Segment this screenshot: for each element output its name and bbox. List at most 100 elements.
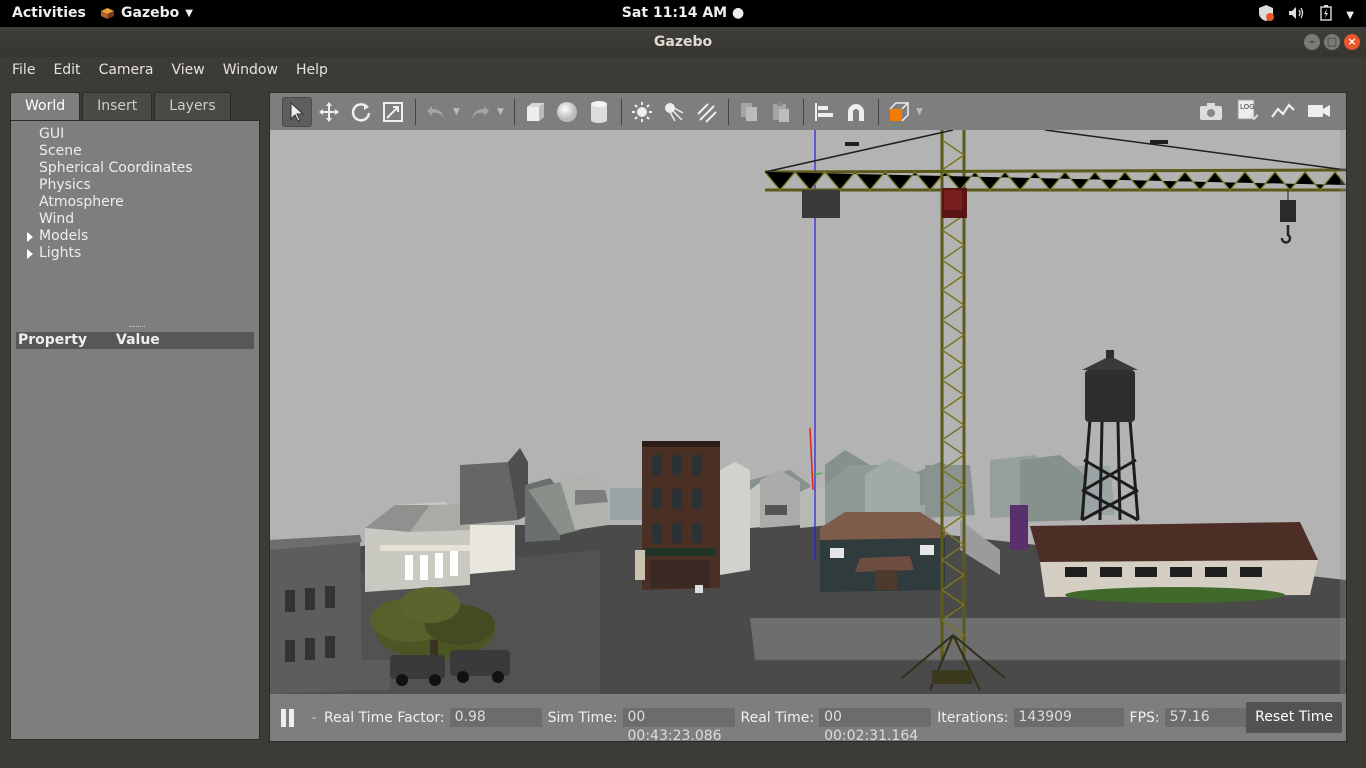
scene-render	[270, 130, 1346, 694]
pause-button[interactable]	[280, 708, 296, 727]
render-area: ▼ ▼ ▼ LOG - Real Time Factor: 0.98 Sim T…	[269, 92, 1347, 744]
tree-item-gui[interactable]: GUI	[39, 126, 259, 143]
tree-item-lights[interactable]: Lights	[27, 245, 259, 262]
video-camera-icon	[1308, 105, 1330, 117]
toolbar-separator	[514, 98, 515, 125]
directional-light-icon	[697, 102, 717, 123]
log-button[interactable]: LOG	[1232, 96, 1262, 126]
sun-icon	[632, 101, 652, 122]
rotate-icon	[351, 102, 371, 122]
property-table-header: Property Value	[16, 332, 254, 349]
panel-splitter-handle[interactable]	[129, 326, 145, 329]
undo-button[interactable]	[421, 97, 451, 127]
align-icon	[815, 102, 833, 121]
iterations-value: 143909	[1013, 708, 1124, 727]
view-angle-caret-icon[interactable]: ▼	[916, 107, 928, 117]
menu-help[interactable]: Help	[296, 57, 328, 84]
fps-label: FPS:	[1129, 709, 1160, 726]
real-time-label: Real Time:	[740, 709, 815, 726]
rotate-mode-button[interactable]	[346, 97, 376, 127]
cylinder-shape-button[interactable]	[584, 97, 614, 127]
copy-button[interactable]	[734, 97, 764, 127]
toolbar-separator	[728, 98, 729, 125]
align-button[interactable]	[809, 97, 839, 127]
3d-viewport[interactable]	[270, 130, 1346, 694]
box-shape-button[interactable]	[520, 97, 550, 127]
menu-camera[interactable]: Camera	[99, 57, 154, 84]
toolbar-separator	[878, 98, 879, 125]
app-menu[interactable]: Gazebo ▼	[100, 5, 193, 21]
redo-history-caret-icon[interactable]: ▼	[497, 107, 509, 117]
point-light-button[interactable]	[627, 97, 657, 127]
redo-button[interactable]	[465, 97, 495, 127]
tree-item-spherical-coordinates[interactable]: Spherical Coordinates	[39, 160, 259, 177]
arrow-cursor-icon	[290, 101, 305, 122]
tab-layers[interactable]: Layers	[154, 92, 231, 120]
expand-arrow-icon[interactable]	[27, 249, 33, 259]
menu-file[interactable]: File	[12, 57, 35, 84]
menu-bar: File Edit Camera View Window Help	[0, 57, 1366, 84]
step-button[interactable]: -	[312, 711, 316, 724]
tree-item-atmosphere[interactable]: Atmosphere	[39, 194, 259, 211]
tab-world[interactable]: World	[10, 92, 81, 120]
maximize-button[interactable]: □	[1324, 34, 1340, 50]
camera-icon	[1200, 103, 1222, 120]
minimize-button[interactable]: –	[1304, 34, 1320, 50]
fps-value: 57.16	[1164, 708, 1253, 727]
log-icon: LOG	[1237, 99, 1258, 122]
sphere-icon	[557, 101, 577, 122]
menu-view[interactable]: View	[172, 57, 205, 84]
change-view-angle-button[interactable]	[884, 97, 914, 127]
volume-icon[interactable]	[1288, 6, 1306, 24]
main-toolbar: ▼ ▼ ▼ LOG	[270, 93, 1346, 130]
tree-item-physics[interactable]: Physics	[39, 177, 259, 194]
world-panel: GUI Scene Spherical Coordinates Physics …	[10, 120, 260, 740]
sphere-shape-button[interactable]	[552, 97, 582, 127]
translate-mode-button[interactable]	[314, 97, 344, 127]
tree-item-scene[interactable]: Scene	[39, 143, 259, 160]
plot-button[interactable]	[1268, 96, 1298, 126]
paste-button[interactable]	[766, 97, 796, 127]
spotlight-icon	[665, 102, 684, 121]
window-title: Gazebo	[653, 34, 713, 50]
magnet-icon	[848, 103, 864, 121]
sim-time-value: 00 00:43:23.086	[622, 708, 735, 744]
battery-icon[interactable]	[1320, 5, 1332, 25]
close-button[interactable]: ×	[1344, 34, 1360, 50]
world-tree: GUI Scene Spherical Coordinates Physics …	[11, 121, 259, 262]
left-panel: World Insert Layers GUI Scene Spherical …	[10, 92, 260, 742]
snap-button[interactable]	[841, 97, 871, 127]
menu-edit[interactable]: Edit	[53, 57, 80, 84]
screenshot-button[interactable]	[1196, 96, 1226, 126]
system-menu-chevron-icon[interactable]: ▼	[1346, 10, 1354, 21]
redo-icon	[472, 105, 489, 119]
record-video-button[interactable]	[1304, 96, 1334, 126]
real-time-factor-label: Real Time Factor:	[323, 709, 445, 726]
clock[interactable]: Sat 11:14 AM ●	[622, 5, 744, 21]
plot-icon	[1271, 103, 1295, 118]
shield-icon[interactable]	[1258, 4, 1275, 26]
toolbar-right-group: LOG	[1196, 96, 1336, 126]
toolbar-separator	[621, 98, 622, 125]
real-time-value: 00 00:02:31.164	[819, 708, 932, 744]
directional-light-button[interactable]	[691, 97, 721, 127]
tree-item-wind[interactable]: Wind	[39, 211, 259, 228]
real-time-factor-value: 0.98	[449, 708, 542, 727]
iterations-label: Iterations:	[937, 709, 1009, 726]
property-column-header: Property	[18, 332, 88, 348]
activities-button[interactable]: Activities	[12, 5, 86, 21]
svg-text:LOG: LOG	[1240, 103, 1255, 111]
menu-window[interactable]: Window	[223, 57, 278, 84]
tab-insert[interactable]: Insert	[82, 92, 153, 120]
spot-light-button[interactable]	[659, 97, 689, 127]
undo-icon	[427, 105, 444, 119]
expand-arrow-icon[interactable]	[27, 232, 33, 242]
window-title-bar[interactable]: Gazebo – □ ×	[0, 27, 1366, 57]
reset-time-button[interactable]: Reset Time	[1246, 702, 1342, 733]
copy-icon	[741, 102, 757, 121]
system-top-bar: Activities Gazebo ▼ Sat 11:14 AM ● ▼	[0, 0, 1366, 27]
tree-item-models[interactable]: Models	[27, 228, 259, 245]
select-mode-button[interactable]	[282, 96, 312, 127]
scale-mode-button[interactable]	[378, 97, 408, 127]
undo-history-caret-icon[interactable]: ▼	[453, 107, 465, 117]
